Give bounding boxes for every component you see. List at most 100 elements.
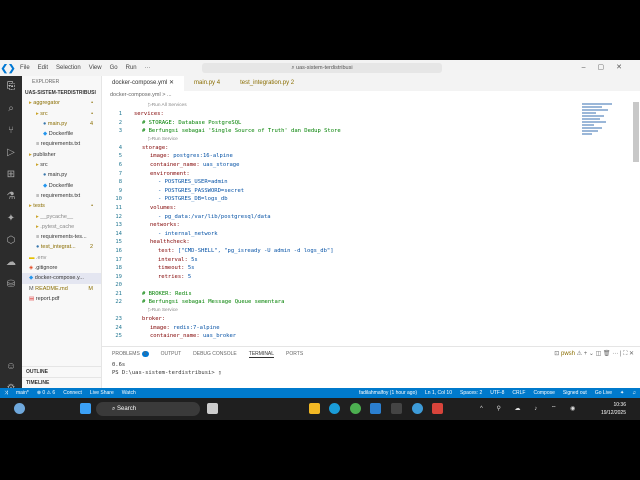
outline-section[interactable]: OUTLINE xyxy=(22,366,102,376)
yaml-value: - POSTGRES_USER=admin xyxy=(158,179,228,186)
remote-icon[interactable]: ☁ xyxy=(0,252,22,274)
menu-item-4[interactable]: Go xyxy=(110,65,118,71)
account-icon[interactable]: ☺ xyxy=(0,356,22,378)
status-right-item-4[interactable]: CRLF xyxy=(512,388,525,398)
editor-tab[interactable]: test_integration.py 2 xyxy=(230,76,304,91)
status-right-item-2[interactable]: Spaces: 2 xyxy=(460,388,482,398)
tree-item[interactable]: ≡ requirements-tes... xyxy=(22,232,101,242)
menu-item-6[interactable]: ··· xyxy=(145,65,151,71)
tree-item[interactable]: ▸ __pycache__ xyxy=(22,212,101,222)
menu-item-1[interactable]: Edit xyxy=(38,65,48,71)
testing-icon[interactable]: ⚗ xyxy=(0,186,22,208)
workspace-root[interactable]: UAS-SISTEM-TERDISTRIBUSI xyxy=(22,88,101,98)
source-control-icon[interactable]: ⑂ xyxy=(0,120,22,142)
tree-item[interactable]: ≡ requirements.txt xyxy=(22,139,101,149)
yaml-value: 5s xyxy=(191,256,198,263)
chrome-icon[interactable] xyxy=(350,403,361,414)
docker-taskbar-icon[interactable] xyxy=(412,403,423,414)
status-item-3[interactable]: Live Share xyxy=(90,388,114,398)
tree-item[interactable]: ▤ report.pdf xyxy=(22,294,101,304)
tree-item[interactable]: ● test_integrat... 2 xyxy=(22,242,101,252)
vscode-taskbar-icon[interactable] xyxy=(370,403,381,414)
command-center-search[interactable]: ⌕ uas-sistem-terdistribusi xyxy=(202,63,442,73)
window-controls[interactable]: –▢✕ xyxy=(582,63,634,71)
tree-item[interactable]: ▸ tests • xyxy=(22,201,101,211)
menu-item-0[interactable]: File xyxy=(20,65,30,71)
extensions-icon[interactable]: ⊞ xyxy=(0,164,22,186)
docker-icon[interactable]: ⬡ xyxy=(0,230,22,252)
tree-item[interactable]: ◈ .gitignore xyxy=(22,263,101,273)
codelens-run[interactable]: ▷Run All Services xyxy=(102,102,580,110)
explorer-icon[interactable]: ⎘ xyxy=(0,76,22,98)
copilot-status-icon[interactable]: ✦ xyxy=(620,388,624,398)
search-icon[interactable]: ⌕ xyxy=(0,98,22,120)
panel-tab-terminal[interactable]: TERMINAL xyxy=(248,351,275,358)
tree-item[interactable]: ◆ Dockerfile xyxy=(22,181,101,191)
status-item-4[interactable]: Watch xyxy=(122,388,136,398)
status-item-2[interactable]: Connect xyxy=(63,388,82,398)
terminal-icon[interactable] xyxy=(391,403,402,414)
codelens-run[interactable]: ▷Run Service xyxy=(102,307,580,315)
code-line: 13 networks: xyxy=(102,221,580,230)
terminal-toolbar[interactable]: ⊡ pwsh ⚠ + ⌄ ◫ 🗑 ··· | ⛶ ✕ xyxy=(554,350,634,358)
menu-item-5[interactable]: Run xyxy=(126,65,137,71)
copilot-icon[interactable]: ✦ xyxy=(0,208,22,230)
status-right-item-7[interactable]: Go Live xyxy=(595,388,612,398)
terminal-output[interactable]: 0.6s PS D:\uas-sistem-terdistribusi> ▯ xyxy=(102,361,640,377)
editor-scrollbar[interactable] xyxy=(633,102,639,162)
status-right-item-6[interactable]: Signed out xyxy=(563,388,587,398)
status-right-item-1[interactable]: Ln 1, Col 10 xyxy=(425,388,452,398)
tree-item[interactable]: ▬ .env xyxy=(22,253,101,263)
system-tray-icons[interactable]: ^ ⚲ ☁ ♪ ⌔ ◉ xyxy=(480,404,581,412)
tree-item[interactable]: ▸ .pytest_cache xyxy=(22,222,101,232)
remote-indicator[interactable]: ⤨ xyxy=(4,388,8,398)
status-right-item-0[interactable]: fadilahmalfoy (1 hour ago) xyxy=(359,388,417,398)
edge-icon[interactable] xyxy=(329,403,340,414)
status-right-item-5[interactable]: Compose xyxy=(533,388,554,398)
snipping-tool-icon[interactable] xyxy=(432,403,443,414)
yaml-key: image: xyxy=(150,324,174,331)
notifications-bell-icon[interactable]: ♫ xyxy=(632,388,636,398)
panel-tab-debug-console[interactable]: DEBUG CONSOLE xyxy=(193,351,237,357)
file-explorer-icon[interactable] xyxy=(309,403,320,414)
run-debug-icon[interactable]: ▷ xyxy=(0,142,22,164)
editor-tab[interactable]: docker-compose.yml ✕ xyxy=(102,76,185,91)
timeline-section[interactable]: TIMELINE xyxy=(22,377,102,387)
clock[interactable]: 10:36 19/12/2025 xyxy=(601,401,626,417)
code-line: 8 - POSTGRES_USER=admin xyxy=(102,178,580,187)
tree-item[interactable]: ▸ publisher xyxy=(22,150,101,160)
tree-item[interactable]: M README.md M xyxy=(22,284,101,294)
taskbar-search[interactable]: ⌕ Search xyxy=(96,402,200,416)
status-item-1[interactable]: ⊗ 0 ⚠ 6 xyxy=(37,388,55,398)
tree-item[interactable]: ● main.py 4 xyxy=(22,119,101,129)
database-icon[interactable]: ⛁ xyxy=(0,274,22,296)
weather-icon[interactable] xyxy=(14,403,25,414)
status-item-0[interactable]: main* xyxy=(16,388,29,398)
tree-item[interactable]: ▸ src xyxy=(22,160,101,170)
panel-tab-problems[interactable]: PROBLEMS xyxy=(112,351,140,357)
windows-start-icon[interactable] xyxy=(80,403,91,414)
menu-item-2[interactable]: Selection xyxy=(56,65,81,71)
tree-item[interactable]: ● main.py xyxy=(22,170,101,180)
tree-item[interactable]: ◆ docker-compose.y... xyxy=(22,273,101,284)
tree-item-badge: 4 xyxy=(89,120,93,127)
editor-tab[interactable]: main.py 4 xyxy=(184,76,230,91)
panel-tab-ports[interactable]: PORTS xyxy=(286,351,303,357)
line-number: 5 xyxy=(118,153,122,160)
task-view-icon[interactable] xyxy=(207,403,218,414)
status-right-item-3[interactable]: UTF-8 xyxy=(490,388,504,398)
tree-item[interactable]: ≡ requirements.txt xyxy=(22,191,101,201)
tree-item[interactable]: ◆ Dockerfile xyxy=(22,129,101,139)
line-content: # Berfungsi sebagai 'Single Source of Tr… xyxy=(134,127,341,136)
minimap[interactable] xyxy=(582,102,632,172)
tree-item[interactable]: ▸ src • xyxy=(22,109,101,119)
yaml-key: interval: xyxy=(158,256,192,263)
menu-item-3[interactable]: View xyxy=(89,65,102,71)
breadcrumb[interactable]: docker-compose.yml > ... xyxy=(110,92,172,98)
code-line: 6 container_name: uas_storage xyxy=(102,161,580,170)
terminal-line: PS D:\uas-sistem-terdistribusi> ▯ xyxy=(112,370,222,376)
codelens-run[interactable]: ▷Run Service xyxy=(102,136,580,144)
code-editor[interactable]: ▷Run All Services 1 services: 2 # STORAGE: D… xyxy=(102,102,580,346)
tree-item[interactable]: ▸ aggregator • xyxy=(22,98,101,108)
panel-tab-output[interactable]: OUTPUT xyxy=(161,351,182,357)
